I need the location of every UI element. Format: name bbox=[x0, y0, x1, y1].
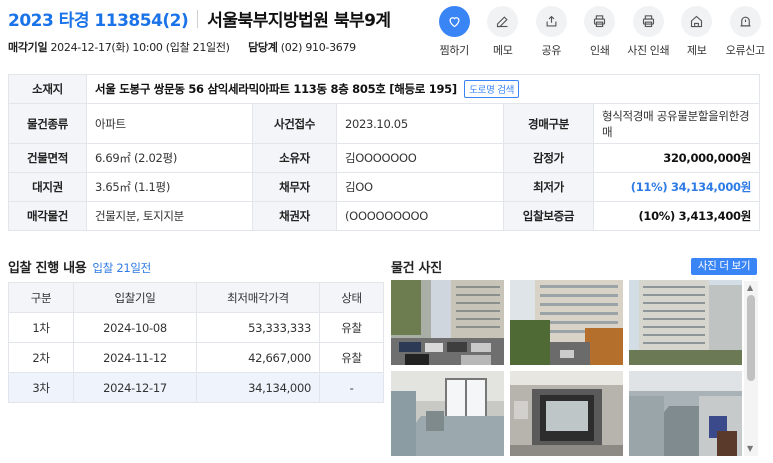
sale-items-value: 건물지분, 토지지분 bbox=[86, 201, 253, 231]
round-cell: 3차 bbox=[8, 372, 74, 403]
col-status: 상태 bbox=[319, 282, 384, 313]
table-row: 1차 2024-10-08 53,333,333 유찰 bbox=[8, 312, 384, 343]
bid-history-table: 구분 입찰기일 최저매각가격 상태 1차 2024-10-08 53,333,3… bbox=[8, 282, 384, 403]
date-cell: 2024-11-12 bbox=[73, 342, 197, 373]
report-label: 제보 bbox=[687, 44, 707, 57]
share-icon bbox=[535, 6, 567, 37]
received-label: 사건접수 bbox=[252, 103, 337, 144]
col-round: 구분 bbox=[8, 282, 74, 313]
property-photo[interactable] bbox=[510, 280, 623, 365]
debtor-value: 김OO bbox=[336, 172, 504, 202]
auction-kind-label: 경매구분 bbox=[503, 103, 594, 144]
type-label: 물건종류 bbox=[8, 103, 87, 144]
price-cell: 42,667,000 bbox=[196, 342, 320, 373]
scroll-down-icon[interactable]: ▼ bbox=[747, 444, 753, 454]
sale-date-value: 2024-12-17(화) 10:00 (입찰 21일전) bbox=[50, 41, 230, 54]
print-label: 인쇄 bbox=[590, 44, 610, 57]
address-label: 소재지 bbox=[8, 74, 87, 104]
more-photos-button[interactable]: 사진 더 보기 bbox=[691, 258, 757, 275]
min-price-value: (11%) 34,134,000원 bbox=[592, 172, 761, 202]
sale-items-label: 매각물건 bbox=[8, 201, 87, 231]
table-row: 2차 2024-11-12 42,667,000 유찰 bbox=[8, 342, 384, 373]
print-photo-icon bbox=[632, 6, 664, 37]
building-area-value: 6.69㎡ (2.02평) bbox=[86, 143, 253, 173]
road-search-button[interactable]: 도로명 검색 bbox=[464, 80, 520, 98]
officer-phone: (02) 910-3679 bbox=[280, 41, 356, 54]
table-row: 3차 2024-12-17 34,134,000 - bbox=[8, 372, 384, 403]
court-name: 서울북부지방법원 북부9계 bbox=[207, 11, 391, 31]
property-photo[interactable] bbox=[391, 371, 504, 456]
property-photo[interactable] bbox=[629, 371, 742, 456]
date-cell: 2024-10-08 bbox=[73, 312, 197, 343]
property-photo[interactable] bbox=[629, 280, 742, 365]
sale-info-row: 매각기일 2024-12-17(화) 10:00 (입찰 21일전) 담당계 (… bbox=[8, 39, 356, 55]
deposit-value: (10%) 3,413,400원 bbox=[592, 201, 761, 231]
report-button[interactable]: 제보 bbox=[673, 6, 722, 58]
bid-title: 입찰 진행 내용 bbox=[8, 261, 87, 276]
round-cell: 2차 bbox=[8, 342, 74, 373]
type-value: 아파트 bbox=[86, 103, 253, 144]
property-info-table: 소재지 서울 도봉구 쌍문동 56 삼익세라믹아파트 113동 8층 805호 … bbox=[8, 74, 761, 231]
land-right-label: 대지권 bbox=[8, 172, 87, 202]
share-button[interactable]: 공유 bbox=[527, 6, 576, 58]
photo-grid bbox=[391, 280, 746, 456]
status-cell: 유찰 bbox=[319, 312, 384, 343]
appraisal-value: 320,000,000원 bbox=[592, 143, 761, 173]
address-value: 서울 도봉구 쌍문동 56 삼익세라믹아파트 113동 8층 805호 [해등로… bbox=[95, 82, 457, 96]
price-cell: 34,134,000 bbox=[196, 372, 320, 403]
min-price-label: 최저가 bbox=[503, 172, 594, 202]
share-label: 공유 bbox=[541, 44, 562, 57]
error-report-button[interactable]: 오류신고 bbox=[721, 6, 770, 58]
photo-scrollbar[interactable]: ▲ ▼ bbox=[744, 281, 758, 456]
title-divider bbox=[197, 9, 199, 28]
photo-section-title: 물건 사진 bbox=[391, 261, 442, 276]
debtor-label: 채무자 bbox=[252, 172, 337, 202]
bookmark-button[interactable]: 찜하기 bbox=[430, 6, 479, 58]
building-area-label: 건물면적 bbox=[8, 143, 87, 173]
bid-note: 입찰 21일전 bbox=[92, 261, 151, 275]
edit-icon bbox=[487, 6, 519, 37]
land-right-value: 3.65㎡ (1.1평) bbox=[86, 172, 253, 202]
auction-kind-value: 형식적경매 공유물분할을위한경매 bbox=[592, 103, 761, 144]
home-icon bbox=[681, 6, 713, 37]
appraisal-label: 감정가 bbox=[503, 143, 594, 173]
creditor-value: (OOOOOOOOO bbox=[336, 201, 504, 231]
print-photo-label: 사진 인쇄 bbox=[627, 44, 670, 57]
officer-label: 담당계 bbox=[248, 41, 278, 54]
print-photo-button[interactable]: 사진 인쇄 bbox=[624, 6, 673, 58]
status-cell: 유찰 bbox=[319, 342, 384, 373]
date-cell: 2024-12-17 bbox=[73, 372, 197, 403]
owner-value: 김OOOOOOO bbox=[336, 143, 504, 173]
owner-label: 소유자 bbox=[252, 143, 337, 173]
col-date: 입찰기일 bbox=[73, 282, 197, 313]
alert-icon bbox=[729, 6, 761, 37]
error-report-label: 오류신고 bbox=[725, 44, 765, 57]
address-cell: 서울 도봉구 쌍문동 56 삼익세라믹아파트 113동 8층 805호 [해등로… bbox=[85, 74, 761, 104]
scroll-thumb[interactable] bbox=[747, 295, 755, 381]
print-button[interactable]: 인쇄 bbox=[576, 6, 625, 58]
bookmark-label: 찜하기 bbox=[439, 44, 470, 57]
col-min-price: 최저매각가격 bbox=[196, 282, 320, 313]
action-bar: 찜하기 메모 공유 인쇄 사진 인쇄 제보 오류신고 bbox=[430, 6, 770, 58]
scroll-up-icon[interactable]: ▲ bbox=[747, 283, 753, 293]
price-cell: 53,333,333 bbox=[196, 312, 320, 343]
bid-section-title: 입찰 진행 내용 입찰 21일전 bbox=[8, 257, 151, 276]
heart-icon bbox=[438, 6, 470, 37]
deposit-label: 입찰보증금 bbox=[503, 201, 594, 231]
title-row: 2023 타경 113854(2) 서울북부지방법원 북부9계 bbox=[8, 6, 391, 31]
property-photo[interactable] bbox=[510, 371, 623, 456]
sale-date-label: 매각기일 bbox=[8, 41, 48, 54]
memo-label: 메모 bbox=[493, 44, 513, 57]
received-value: 2023.10.05 bbox=[336, 103, 504, 144]
case-number: 2023 타경 113854(2) bbox=[8, 11, 189, 31]
property-photo[interactable] bbox=[391, 280, 504, 365]
creditor-label: 채권자 bbox=[252, 201, 337, 231]
round-cell: 1차 bbox=[8, 312, 74, 343]
status-cell: - bbox=[319, 372, 384, 403]
print-icon bbox=[584, 6, 616, 37]
memo-button[interactable]: 메모 bbox=[479, 6, 528, 58]
